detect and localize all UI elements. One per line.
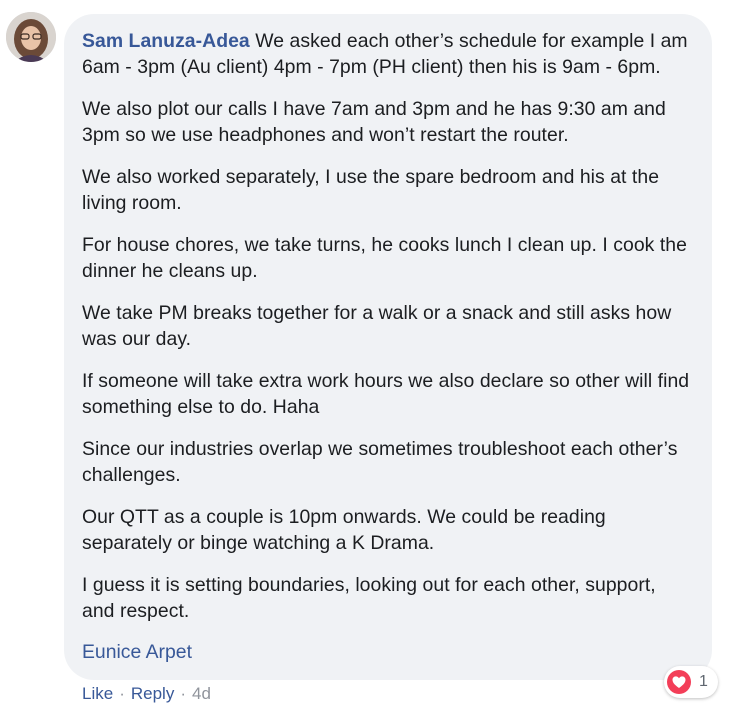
comment-paragraph: For house chores, we take turns, he cook…: [82, 234, 687, 282]
comment-bubble: Sam Lanuza-Adea We asked each other’s sc…: [64, 14, 712, 680]
mention-link[interactable]: Eunice Arpet: [82, 639, 692, 665]
reply-button[interactable]: Reply: [131, 684, 174, 703]
comment-paragraph: Sam Lanuza-Adea We asked each other’s sc…: [82, 28, 692, 80]
separator-dot: ·: [119, 684, 125, 703]
reaction-summary[interactable]: 1: [664, 666, 718, 698]
comment: Sam Lanuza-Adea We asked each other’s sc…: [0, 0, 750, 717]
comment-author-link[interactable]: Sam Lanuza-Adea: [82, 30, 250, 52]
reaction-count: 1: [699, 673, 708, 690]
avatar[interactable]: [6, 12, 56, 62]
comment-paragraph: We also plot our calls I have 7am and 3p…: [82, 98, 666, 146]
comment-actions: Like · Reply · 4d: [82, 683, 211, 705]
timestamp[interactable]: 4d: [192, 684, 211, 703]
comment-paragraph: We also worked separately, I use the spa…: [82, 166, 660, 214]
comment-paragraph: I guess it is setting boundaries, lookin…: [82, 574, 656, 622]
separator-dot: ·: [180, 684, 186, 703]
comment-paragraph: Since our industries overlap we sometime…: [82, 438, 678, 486]
heart-icon: [667, 670, 691, 694]
like-button[interactable]: Like: [82, 684, 113, 703]
comment-paragraph: We take PM breaks together for a walk or…: [82, 302, 672, 350]
comment-paragraph: Our QTT as a couple is 10pm onwards. We …: [82, 506, 606, 554]
avatar-photo: [6, 12, 56, 62]
comment-paragraph: If someone will take extra work hours we…: [82, 370, 690, 418]
